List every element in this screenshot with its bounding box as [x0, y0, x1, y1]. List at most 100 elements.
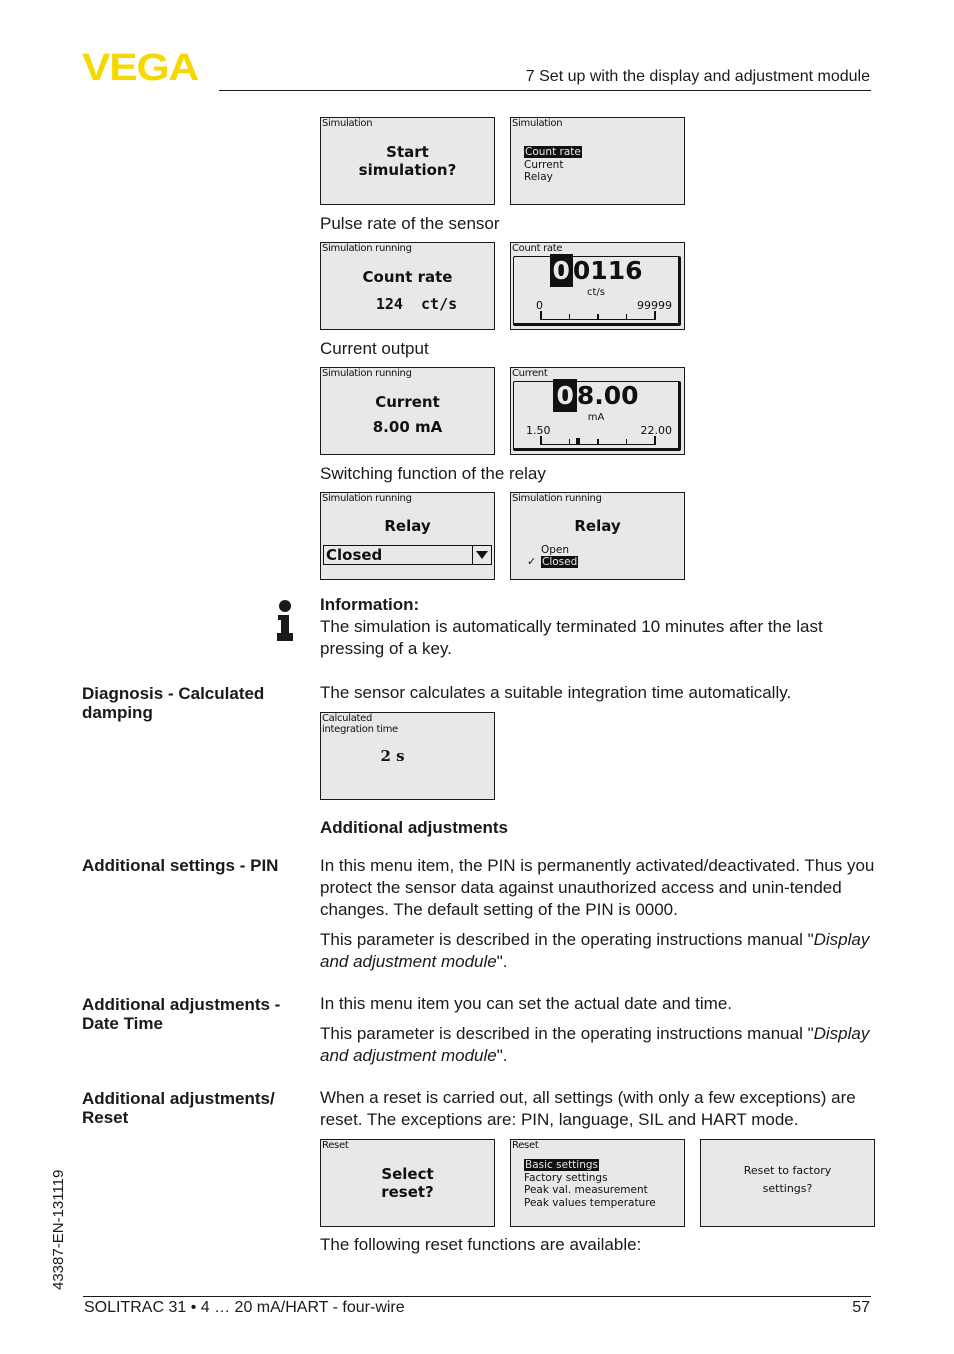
side-heading-line: damping	[82, 703, 153, 722]
ref-suffix: ".	[496, 1046, 508, 1065]
gauge-tick	[654, 436, 656, 445]
lcd-line: Start	[386, 143, 429, 161]
gauge-unit: mA	[587, 412, 605, 423]
datetime-text: In this menu item you can set the actual…	[320, 994, 733, 1013]
dropdown-arrow-icon[interactable]	[472, 546, 491, 564]
side-heading-pin: Additional settings - PIN	[82, 856, 279, 875]
menu-item-count-rate[interactable]: Count rate	[524, 146, 582, 158]
info-text: The simulation is automatically terminat…	[320, 617, 823, 658]
gauge-tick	[597, 314, 599, 320]
info-heading: Information:	[320, 595, 420, 614]
lcd-title: Simulation running	[322, 243, 412, 254]
lcd-title: Simulation running	[512, 493, 602, 504]
lcd-title: Reset	[512, 1140, 539, 1151]
lcd-current-gauge: Current 0 8.00 mA 1.50 22.00	[510, 367, 685, 455]
gauge-value-digits: 0116	[572, 256, 643, 285]
gauge-pointer	[576, 438, 581, 445]
footer-product: SOLITRAC 31 • 4 … 20 mA/HART - four-wire	[84, 1299, 405, 1316]
caption-pulse-rate: Pulse rate of the sensor	[320, 214, 500, 233]
menu-item-current[interactable]: Current	[524, 159, 582, 172]
gauge-max: 22.00	[640, 424, 673, 437]
caption-current-output: Current output	[320, 339, 429, 358]
lcd-value: 8.00 mA	[372, 418, 443, 436]
lcd-relay-options: Simulation running Relay Open Closed ✓	[510, 492, 685, 580]
info-icon-dot	[279, 600, 291, 612]
gauge-tick	[597, 439, 599, 445]
menu-item-peak-temperature[interactable]: Peak values temperature	[524, 1197, 656, 1210]
checkmark-icon: ✓	[527, 555, 537, 568]
gauge-value-digits: 8.00	[576, 381, 639, 410]
lcd-simulation-menu: Simulation Count rate Current Relay	[510, 117, 685, 205]
damping-text: The sensor calculates a suitable integra…	[320, 683, 792, 702]
lcd-integration-time: Calculated integration time 2 s	[320, 712, 495, 800]
header-divider	[219, 90, 871, 91]
lcd-menu: Count rate Current Relay	[524, 146, 582, 184]
lcd-start-simulation: Simulation Start simulation?	[320, 117, 495, 205]
lcd-title: Simulation	[512, 118, 563, 129]
pin-description: In this menu item, the PIN is permanentl…	[320, 855, 875, 973]
lcd-label: Current	[375, 393, 440, 411]
lcd-count-rate-running: Simulation running Count rate 124 ct/s	[320, 242, 495, 330]
menu-item-peak-measurement[interactable]: Peak val. measurement	[524, 1184, 656, 1197]
section-heading-additional: Additional adjustments	[320, 818, 508, 837]
lcd-select-reset: Reset Select reset?	[320, 1139, 495, 1227]
gauge-min: 1.50	[526, 424, 551, 437]
lcd-title-line: Calculated	[322, 713, 373, 724]
menu-item-basic-settings[interactable]: Basic settings	[524, 1159, 600, 1171]
lcd-label: Count rate	[362, 268, 453, 286]
side-heading-line: Additional adjustments -	[82, 995, 281, 1014]
lcd-menu: Basic settings Factory settings Peak val…	[524, 1159, 656, 1209]
gauge-tick	[654, 311, 656, 320]
info-icon-base	[277, 633, 293, 641]
side-heading-reset: Additional adjustments/ Reset	[82, 1089, 307, 1127]
side-heading-datetime: Additional adjustments - Date Time	[82, 995, 307, 1033]
menu-item-factory-settings[interactable]: Factory settings	[524, 1172, 656, 1185]
menu-item-relay[interactable]: Relay	[524, 171, 582, 184]
lcd-value: 124 ct/s	[375, 295, 458, 313]
lcd-reset-menu: Reset Basic settings Factory settings Pe…	[510, 1139, 685, 1227]
caption-relay: Switching function of the relay	[320, 464, 546, 483]
edit-cursor-digit[interactable]: 0	[553, 379, 577, 412]
option-closed[interactable]: Closed	[541, 556, 579, 568]
gauge-value: 0 0116	[514, 254, 678, 287]
lcd-title: Reset	[322, 1140, 349, 1151]
lcd-line: Select	[381, 1165, 434, 1183]
reset-description: When a reset is carried out, all setting…	[320, 1088, 856, 1129]
datetime-reference: This parameter is described in the opera…	[320, 1023, 875, 1067]
side-heading-line: Diagnosis - Calculated	[82, 684, 265, 703]
lcd-title-line: integration time	[322, 724, 398, 735]
lcd-line: simulation?	[358, 161, 457, 179]
side-heading-line: Additional adjustments/	[82, 1089, 275, 1108]
ref-prefix: This parameter is described in the opera…	[320, 930, 814, 949]
lcd-line: Reset to factory	[743, 1164, 832, 1177]
lcd-label: Relay	[574, 517, 621, 535]
gauge-tick	[568, 439, 570, 445]
pin-reference: This parameter is described in the opera…	[320, 929, 875, 973]
lcd-relay-dropdown: Simulation running Relay Closed	[320, 492, 495, 580]
gauge-tick	[625, 314, 627, 320]
ref-prefix: This parameter is described in the opera…	[320, 1024, 814, 1043]
gauge-frame: 0 0116 ct/s 0 99999	[513, 254, 681, 326]
lcd-title: Simulation	[322, 118, 373, 129]
side-heading-damping: Diagnosis - Calculated damping	[82, 684, 307, 722]
lcd-title: Calculated integration time	[322, 713, 398, 735]
gauge-value: 0 8.00	[514, 379, 678, 412]
caption-reset-functions: The following reset functions are availa…	[320, 1235, 642, 1254]
relay-option-list: Open Closed ✓	[527, 544, 579, 568]
lcd-current-running: Simulation running Current 8.00 mA	[320, 367, 495, 455]
relay-select[interactable]: Closed	[323, 545, 492, 565]
lcd-confirm-text: Reset to factory settings?	[701, 1162, 874, 1198]
document-code: 43387-EN-131119	[50, 1169, 67, 1290]
section-title: 7 Set up with the display and adjustment…	[525, 68, 870, 85]
vega-logo: VEGA	[82, 47, 199, 89]
gauge-tick	[625, 439, 627, 445]
lcd-count-rate-gauge: Count rate 0 0116 ct/s 0 99999	[510, 242, 685, 330]
lcd-value: 2 s	[380, 747, 405, 765]
lcd-line: reset?	[381, 1183, 434, 1201]
edit-cursor-digit[interactable]: 0	[549, 254, 573, 287]
datetime-description: In this menu item you can set the actual…	[320, 993, 875, 1067]
lcd-title: Simulation running	[322, 493, 412, 504]
gauge-scale	[540, 436, 656, 445]
option-open[interactable]: Open	[541, 544, 578, 556]
gauge-unit: ct/s	[587, 287, 605, 298]
